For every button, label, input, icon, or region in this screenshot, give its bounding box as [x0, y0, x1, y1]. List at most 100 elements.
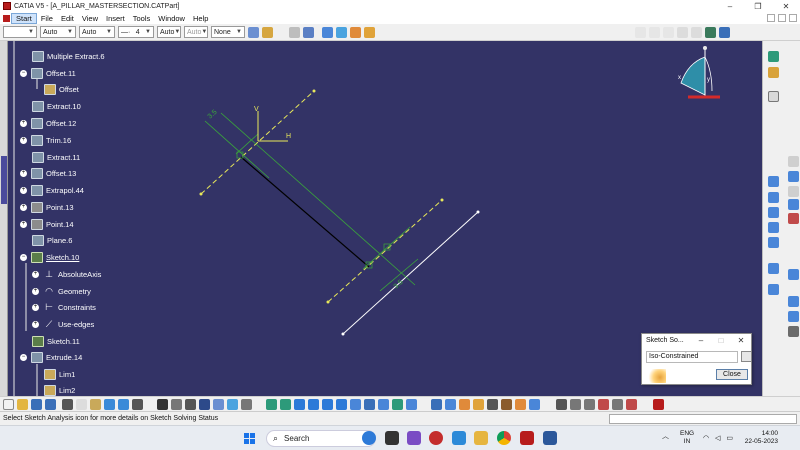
word-icon[interactable]: [543, 431, 557, 445]
tree-item-use-edges[interactable]: + ⟋ Use-edges: [32, 317, 94, 331]
line-weight-combo[interactable]: Auto ▼: [79, 26, 115, 38]
bing-icon[interactable]: [362, 431, 376, 445]
circle-icon[interactable]: [768, 207, 779, 218]
line-icon[interactable]: [768, 263, 779, 274]
new-icon[interactable]: [3, 398, 14, 410]
expand-icon[interactable]: +: [32, 320, 39, 328]
tree-item-lim1[interactable]: Lim1: [44, 367, 75, 381]
file-explorer-icon[interactable]: [474, 431, 488, 445]
doc-minimize-icon[interactable]: [767, 14, 775, 22]
snap-icon[interactable]: [445, 398, 456, 410]
sketch-icon[interactable]: [768, 67, 779, 78]
menu-file[interactable]: File: [37, 14, 57, 23]
tree-item-geometry[interactable]: + ◠ Geometry: [32, 284, 91, 298]
color-combo[interactable]: ▼: [3, 26, 37, 38]
minimize-button[interactable]: –: [716, 2, 744, 11]
hide-show-icon[interactable]: [392, 398, 403, 410]
multi-view-icon[interactable]: [350, 398, 361, 410]
line-type-combo[interactable]: —· 4 ▼: [118, 26, 154, 38]
point-symbol-combo[interactable]: Auto ▼: [157, 26, 181, 38]
doc-restore-icon[interactable]: [778, 14, 786, 22]
offset-tool-icon[interactable]: [788, 311, 799, 322]
transparency-combo[interactable]: Auto ▼: [40, 26, 76, 38]
catalog-icon[interactable]: [199, 398, 210, 410]
wifi-volume-battery-icon[interactable]: ◠ ◁ ▭: [703, 434, 735, 442]
constraint-icon[interactable]: [768, 176, 779, 187]
publish-icon[interactable]: [515, 398, 526, 410]
scrollbar-thumb[interactable]: [1, 156, 7, 204]
open-icon[interactable]: [17, 398, 28, 410]
update-icon[interactable]: [663, 26, 674, 38]
expand-icon[interactable]: +: [32, 303, 39, 311]
sketch-analysis-toolbar-icon[interactable]: [241, 398, 252, 410]
tree-item-offset-13[interactable]: + Offset.13: [20, 166, 76, 180]
sphere-2-icon[interactable]: [691, 26, 702, 38]
chrome-icon[interactable]: [497, 431, 511, 445]
layer-combo[interactable]: None ▼: [211, 26, 245, 38]
compass-handle[interactable]: [703, 46, 707, 50]
tree-item-trim-16[interactable]: + Trim.16: [20, 133, 71, 147]
rectangle-icon[interactable]: [788, 171, 799, 182]
expand-icon[interactable]: +: [20, 119, 27, 127]
grid-icon[interactable]: [303, 26, 314, 38]
tree-item-plane-6[interactable]: Plane.6: [32, 233, 72, 247]
tray-expand-icon[interactable]: ︿: [662, 431, 669, 441]
tree-item-sketch-11[interactable]: Sketch.11: [32, 334, 80, 348]
menu-insert[interactable]: Insert: [102, 14, 129, 23]
tree-item-offset-12[interactable]: + Offset.12: [20, 116, 76, 130]
dimension-extension[interactable]: [235, 133, 259, 155]
whats-this-icon[interactable]: [132, 398, 143, 410]
apply-material-icon[interactable]: [612, 398, 623, 410]
trim-tool-icon[interactable]: [788, 213, 799, 224]
windows-start-icon[interactable]: [244, 433, 255, 444]
rotate-icon[interactable]: [294, 398, 305, 410]
properties-icon[interactable]: [262, 26, 273, 38]
pan-icon[interactable]: [280, 398, 291, 410]
line-endpoint[interactable]: [312, 89, 316, 93]
geometrical-constraints-icon[interactable]: [350, 26, 361, 38]
cut-icon[interactable]: [62, 398, 73, 410]
sphere-icon[interactable]: [677, 26, 688, 38]
zoom-out-icon[interactable]: [322, 398, 333, 410]
construction-element-icon[interactable]: [336, 26, 347, 38]
swap-space-icon[interactable]: [406, 398, 417, 410]
taskbar-search-box[interactable]: ⌕ Search: [266, 430, 376, 447]
painter-icon[interactable]: [248, 26, 259, 38]
redo-arrow-icon[interactable]: [118, 398, 129, 410]
tree-item-constraints[interactable]: + ⊢ Constraints: [32, 300, 96, 314]
shading-icon[interactable]: [378, 398, 389, 410]
expand-icon[interactable]: +: [32, 287, 39, 295]
normal-view-icon[interactable]: [336, 398, 347, 410]
tree-scrollbar[interactable]: [0, 41, 8, 396]
collapse-icon[interactable]: −: [20, 353, 27, 361]
formula-icon[interactable]: [157, 398, 168, 410]
measure-between-icon[interactable]: [570, 398, 581, 410]
fit-all-icon[interactable]: [266, 398, 277, 410]
corner-icon[interactable]: [788, 186, 799, 197]
zoom-in-icon[interactable]: [308, 398, 319, 410]
perpendicular-constraint-icon[interactable]: [236, 151, 244, 159]
spline-icon[interactable]: [768, 222, 779, 233]
tree-item-absolute-axis[interactable]: + ⊥ AbsoluteAxis: [32, 267, 101, 281]
mirror-icon[interactable]: [788, 199, 799, 210]
taskbar-clock[interactable]: 14:00 22-05-2023: [740, 430, 778, 446]
transform-icon[interactable]: [788, 326, 799, 337]
menu-help[interactable]: Help: [189, 14, 212, 23]
tree-item-offset-11[interactable]: − Offset.11: [20, 66, 76, 80]
command-input[interactable]: [609, 413, 797, 424]
line-endpoint[interactable]: [440, 198, 444, 202]
tree-item-point-13[interactable]: + Point.13: [20, 200, 74, 214]
measure-item-icon[interactable]: [584, 398, 595, 410]
tree-item-multiple-extract-6[interactable]: Multiple Extract.6: [32, 49, 105, 63]
select-arrow-icon[interactable]: [768, 91, 779, 102]
teams-icon[interactable]: [407, 431, 421, 445]
paste-icon[interactable]: [90, 398, 101, 410]
constraints-toggle-icon[interactable]: [459, 398, 470, 410]
restore-button[interactable]: ❐: [744, 2, 772, 11]
expand-icon[interactable]: +: [32, 270, 39, 278]
media-player-icon[interactable]: [429, 431, 443, 445]
exit-sketch-icon[interactable]: [626, 398, 637, 410]
menu-view[interactable]: View: [78, 14, 102, 23]
expand-icon[interactable]: +: [20, 220, 27, 228]
snap-to-point-icon[interactable]: [322, 26, 333, 38]
